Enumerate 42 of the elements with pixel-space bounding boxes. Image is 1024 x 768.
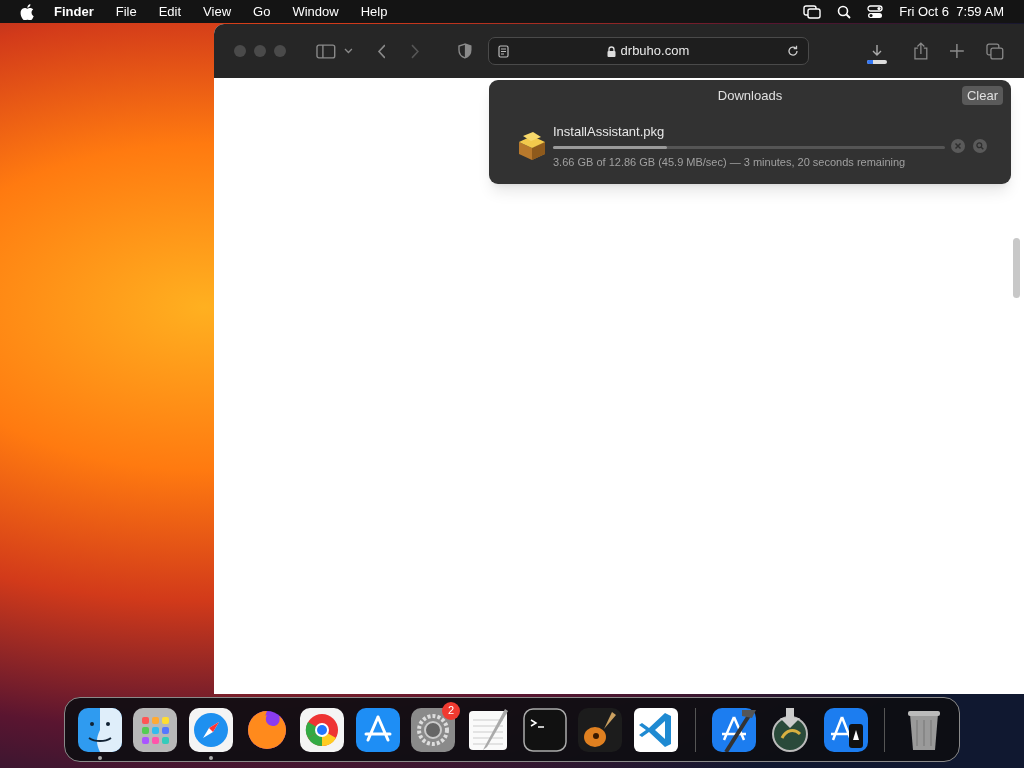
address-text: drbuho.com	[620, 42, 690, 61]
search-icon[interactable]	[837, 4, 852, 19]
download-icon[interactable]	[870, 44, 883, 57]
clear-button[interactable]: Clear	[961, 86, 1003, 105]
back-icon[interactable]	[376, 43, 386, 59]
apple-logo-icon[interactable]	[20, 3, 34, 20]
gear-icon[interactable]	[411, 707, 456, 752]
shield-icon[interactable]	[458, 43, 473, 59]
chevron-down-icon[interactable]	[343, 48, 353, 54]
download-status: 3.66 GB of 12.86 GB (45.9 MB/sec) — 3 minutes, 20 seconds remaining	[553, 154, 907, 170]
menu-item[interactable]: View	[203, 1, 232, 22]
notepad-pen-icon[interactable]	[466, 707, 511, 752]
hammer-blueprint-icon[interactable]	[712, 707, 757, 752]
reload-icon[interactable]	[786, 45, 799, 57]
code-editor-icon[interactable]	[633, 707, 678, 752]
app-menu[interactable]: Finder	[54, 1, 94, 22]
menu-item[interactable]: Go	[253, 1, 271, 22]
simulator-icon[interactable]	[823, 707, 868, 752]
terminal-icon[interactable]	[522, 707, 567, 752]
menu-item[interactable]: File	[115, 1, 137, 22]
new-tab-icon[interactable]	[950, 44, 965, 58]
app-grid-icon[interactable]	[133, 707, 178, 752]
scrollbar[interactable]	[1013, 238, 1020, 298]
sidebar-icon[interactable]	[316, 43, 336, 59]
popover-title: Downloads	[717, 87, 783, 106]
package-icon	[516, 131, 548, 161]
lock-icon	[606, 45, 616, 57]
screen-mirroring-icon[interactable]	[803, 4, 822, 19]
compass-icon[interactable]	[189, 707, 233, 752]
tab-overview-icon[interactable]	[986, 42, 1004, 60]
menu-item[interactable]: Window	[292, 1, 339, 22]
file-name: InstallAssistant.pkg	[553, 123, 666, 141]
address-bar[interactable]: drbuho.com	[488, 37, 809, 65]
control-center-icon[interactable]	[867, 4, 884, 19]
reader-icon[interactable]	[498, 44, 510, 58]
share-icon[interactable]	[912, 42, 929, 60]
menu-item[interactable]: Help	[360, 1, 388, 22]
menu-bar-clock[interactable]: Fri Oct 6 7:59 AM	[899, 1, 1004, 22]
notification-badge: 2	[442, 701, 461, 720]
app-store-icon[interactable]	[355, 707, 400, 752]
menu-item[interactable]: Edit	[158, 1, 182, 22]
finder-icon[interactable]	[77, 707, 122, 752]
